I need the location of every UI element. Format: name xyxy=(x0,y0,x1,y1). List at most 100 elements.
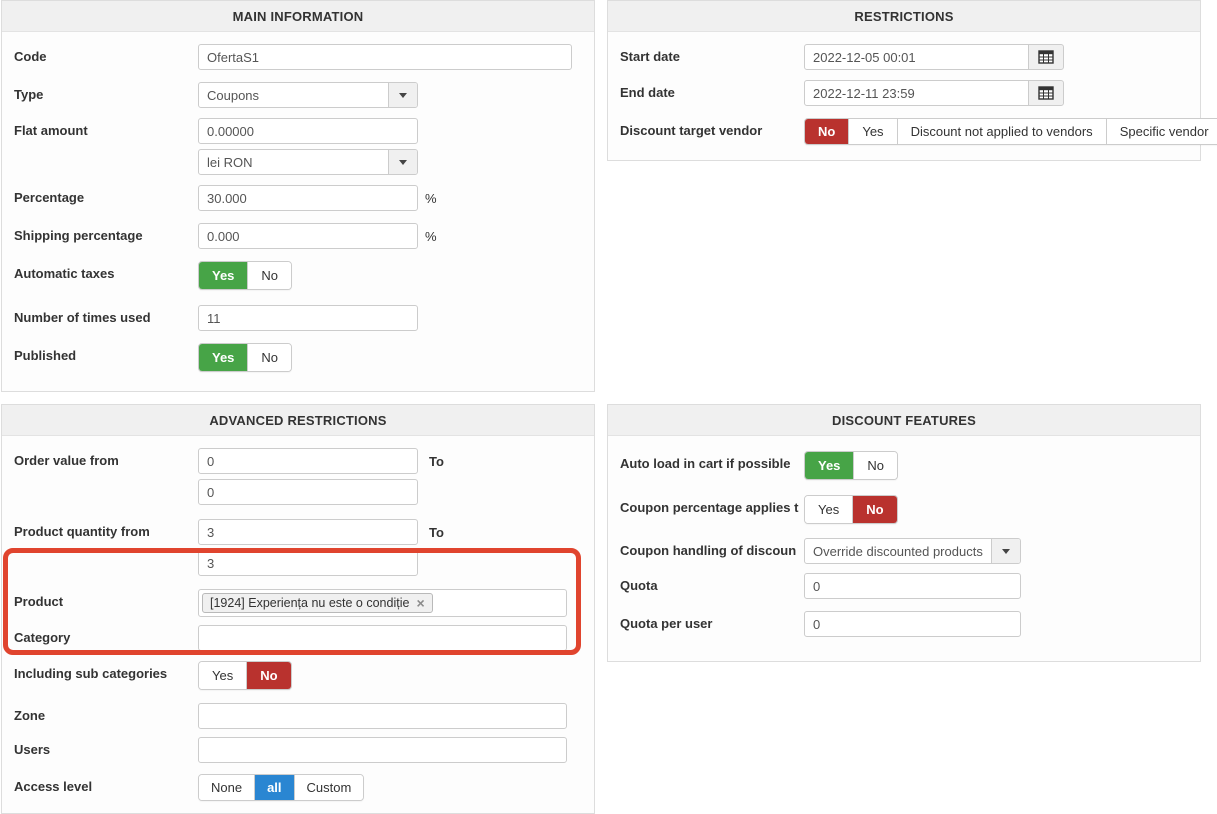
percent-suffix: % xyxy=(425,228,437,244)
currency-select-caret-button[interactable] xyxy=(388,150,417,174)
product-tag: [1924] Experiența nu este o condiție × xyxy=(202,593,433,613)
percentage-input[interactable] xyxy=(198,185,418,211)
code-label: Code xyxy=(14,44,198,64)
flat-amount-row: Flat amount lei RON xyxy=(14,118,582,175)
vendor-option-specific[interactable]: Specific vendor xyxy=(1107,119,1217,144)
published-yes-button[interactable]: Yes xyxy=(199,344,248,371)
published-no-button[interactable]: No xyxy=(248,344,291,371)
category-input[interactable] xyxy=(198,625,567,651)
vendor-option-yes[interactable]: Yes xyxy=(849,119,897,144)
access-level-group: None all Custom xyxy=(198,774,364,801)
product-quantity-to-label: To xyxy=(429,525,444,540)
product-quantity-to-input[interactable] xyxy=(198,550,418,576)
access-level-custom-button[interactable]: Custom xyxy=(295,775,364,800)
product-tag-input[interactable]: [1924] Experiența nu este o condiție × xyxy=(198,589,567,617)
coupon-percentage-no-button[interactable]: No xyxy=(853,496,896,523)
end-date-input[interactable] xyxy=(804,80,1029,106)
end-date-row: End date xyxy=(620,80,1188,106)
product-row: Product [1924] Experiența nu este o cond… xyxy=(14,589,582,617)
access-level-all-button[interactable]: all xyxy=(255,775,294,800)
automatic-taxes-yes-button[interactable]: Yes xyxy=(199,262,248,289)
start-date-calendar-button[interactable] xyxy=(1028,44,1064,70)
shipping-percentage-input[interactable] xyxy=(198,223,418,249)
times-used-row: Number of times used xyxy=(14,305,582,331)
coupon-handling-caret-button[interactable] xyxy=(991,539,1020,563)
access-level-label: Access level xyxy=(14,774,198,794)
currency-select-value: lei RON xyxy=(199,150,388,174)
coupon-percentage-row: Coupon percentage applies t Yes No xyxy=(620,495,1188,524)
currency-select[interactable]: lei RON xyxy=(198,149,418,175)
type-row: Type Coupons xyxy=(14,82,582,108)
autoload-row: Auto load in cart if possible Yes No xyxy=(620,451,1188,480)
order-value-to-input[interactable] xyxy=(198,479,418,505)
sub-categories-no-button[interactable]: No xyxy=(247,662,290,689)
published-toggle: Yes No xyxy=(198,343,292,372)
times-used-label: Number of times used xyxy=(14,305,198,325)
code-input[interactable] xyxy=(198,44,572,70)
discount-features-panel: DISCOUNT FEATURES Auto load in cart if p… xyxy=(607,404,1201,662)
calendar-icon xyxy=(1038,86,1054,100)
code-row: Code xyxy=(14,44,582,70)
users-label: Users xyxy=(14,737,198,757)
autoload-yes-button[interactable]: Yes xyxy=(805,452,854,479)
access-level-none-button[interactable]: None xyxy=(199,775,255,800)
restrictions-panel: RESTRICTIONS Start date xyxy=(607,0,1201,161)
flat-amount-label: Flat amount xyxy=(14,118,198,138)
coupon-percentage-yes-button[interactable]: Yes xyxy=(805,496,853,523)
coupon-percentage-toggle: Yes No xyxy=(804,495,898,524)
discount-target-vendor-row: Discount target vendor No Yes Discount n… xyxy=(620,118,1188,145)
autoload-no-button[interactable]: No xyxy=(854,452,897,479)
flat-amount-input[interactable] xyxy=(198,118,418,144)
main-information-panel: MAIN INFORMATION Code Type Coupons Flat … xyxy=(1,0,595,392)
product-quantity-label: Product quantity from xyxy=(14,519,198,539)
order-value-row: Order value from To xyxy=(14,448,582,505)
coupon-handling-row: Coupon handling of discoun Override disc… xyxy=(620,538,1188,564)
discount-target-vendor-group: No Yes Discount not applied to vendors S… xyxy=(804,118,1217,145)
chevron-down-icon xyxy=(1002,549,1010,554)
category-label: Category xyxy=(14,625,198,645)
order-value-from-input[interactable] xyxy=(198,448,418,474)
advanced-restrictions-title: ADVANCED RESTRICTIONS xyxy=(2,405,594,436)
quota-per-user-label: Quota per user xyxy=(620,611,804,631)
product-label: Product xyxy=(14,589,198,609)
start-date-input[interactable] xyxy=(804,44,1029,70)
automatic-taxes-row: Automatic taxes Yes No xyxy=(14,261,582,290)
type-select-caret-button[interactable] xyxy=(388,83,417,107)
automatic-taxes-toggle: Yes No xyxy=(198,261,292,290)
start-date-label: Start date xyxy=(620,44,804,64)
sub-categories-yes-button[interactable]: Yes xyxy=(199,662,247,689)
percentage-row: Percentage % xyxy=(14,185,582,211)
type-select[interactable]: Coupons xyxy=(198,82,418,108)
type-label: Type xyxy=(14,82,198,102)
calendar-icon xyxy=(1038,50,1054,64)
zone-input[interactable] xyxy=(198,703,567,729)
zone-row: Zone xyxy=(14,703,582,729)
discount-features-title: DISCOUNT FEATURES xyxy=(608,405,1200,436)
end-date-calendar-button[interactable] xyxy=(1028,80,1064,106)
coupon-handling-label: Coupon handling of discoun xyxy=(620,538,804,558)
quota-label: Quota xyxy=(620,573,804,593)
product-quantity-from-input[interactable] xyxy=(198,519,418,545)
autoload-label: Auto load in cart if possible xyxy=(620,451,804,471)
product-quantity-row: Product quantity from To xyxy=(14,519,582,576)
order-value-label: Order value from xyxy=(14,448,198,468)
coupon-handling-select-value: Override discounted products xyxy=(805,539,991,563)
vendor-option-not-applied[interactable]: Discount not applied to vendors xyxy=(898,119,1107,144)
quota-per-user-row: Quota per user xyxy=(620,611,1188,637)
quota-per-user-input[interactable] xyxy=(804,611,1021,637)
category-row: Category xyxy=(14,625,582,651)
times-used-input[interactable] xyxy=(198,305,418,331)
main-information-title: MAIN INFORMATION xyxy=(2,1,594,32)
restrictions-title: RESTRICTIONS xyxy=(608,1,1200,32)
quota-row: Quota xyxy=(620,573,1188,599)
published-row: Published Yes No xyxy=(14,343,582,372)
automatic-taxes-no-button[interactable]: No xyxy=(248,262,291,289)
autoload-toggle: Yes No xyxy=(804,451,898,480)
quota-input[interactable] xyxy=(804,573,1021,599)
end-date-label: End date xyxy=(620,80,804,100)
shipping-percentage-label: Shipping percentage xyxy=(14,223,198,243)
coupon-handling-select[interactable]: Override discounted products xyxy=(804,538,1021,564)
users-input[interactable] xyxy=(198,737,567,763)
close-icon[interactable]: × xyxy=(416,596,424,610)
vendor-option-no[interactable]: No xyxy=(805,119,849,144)
